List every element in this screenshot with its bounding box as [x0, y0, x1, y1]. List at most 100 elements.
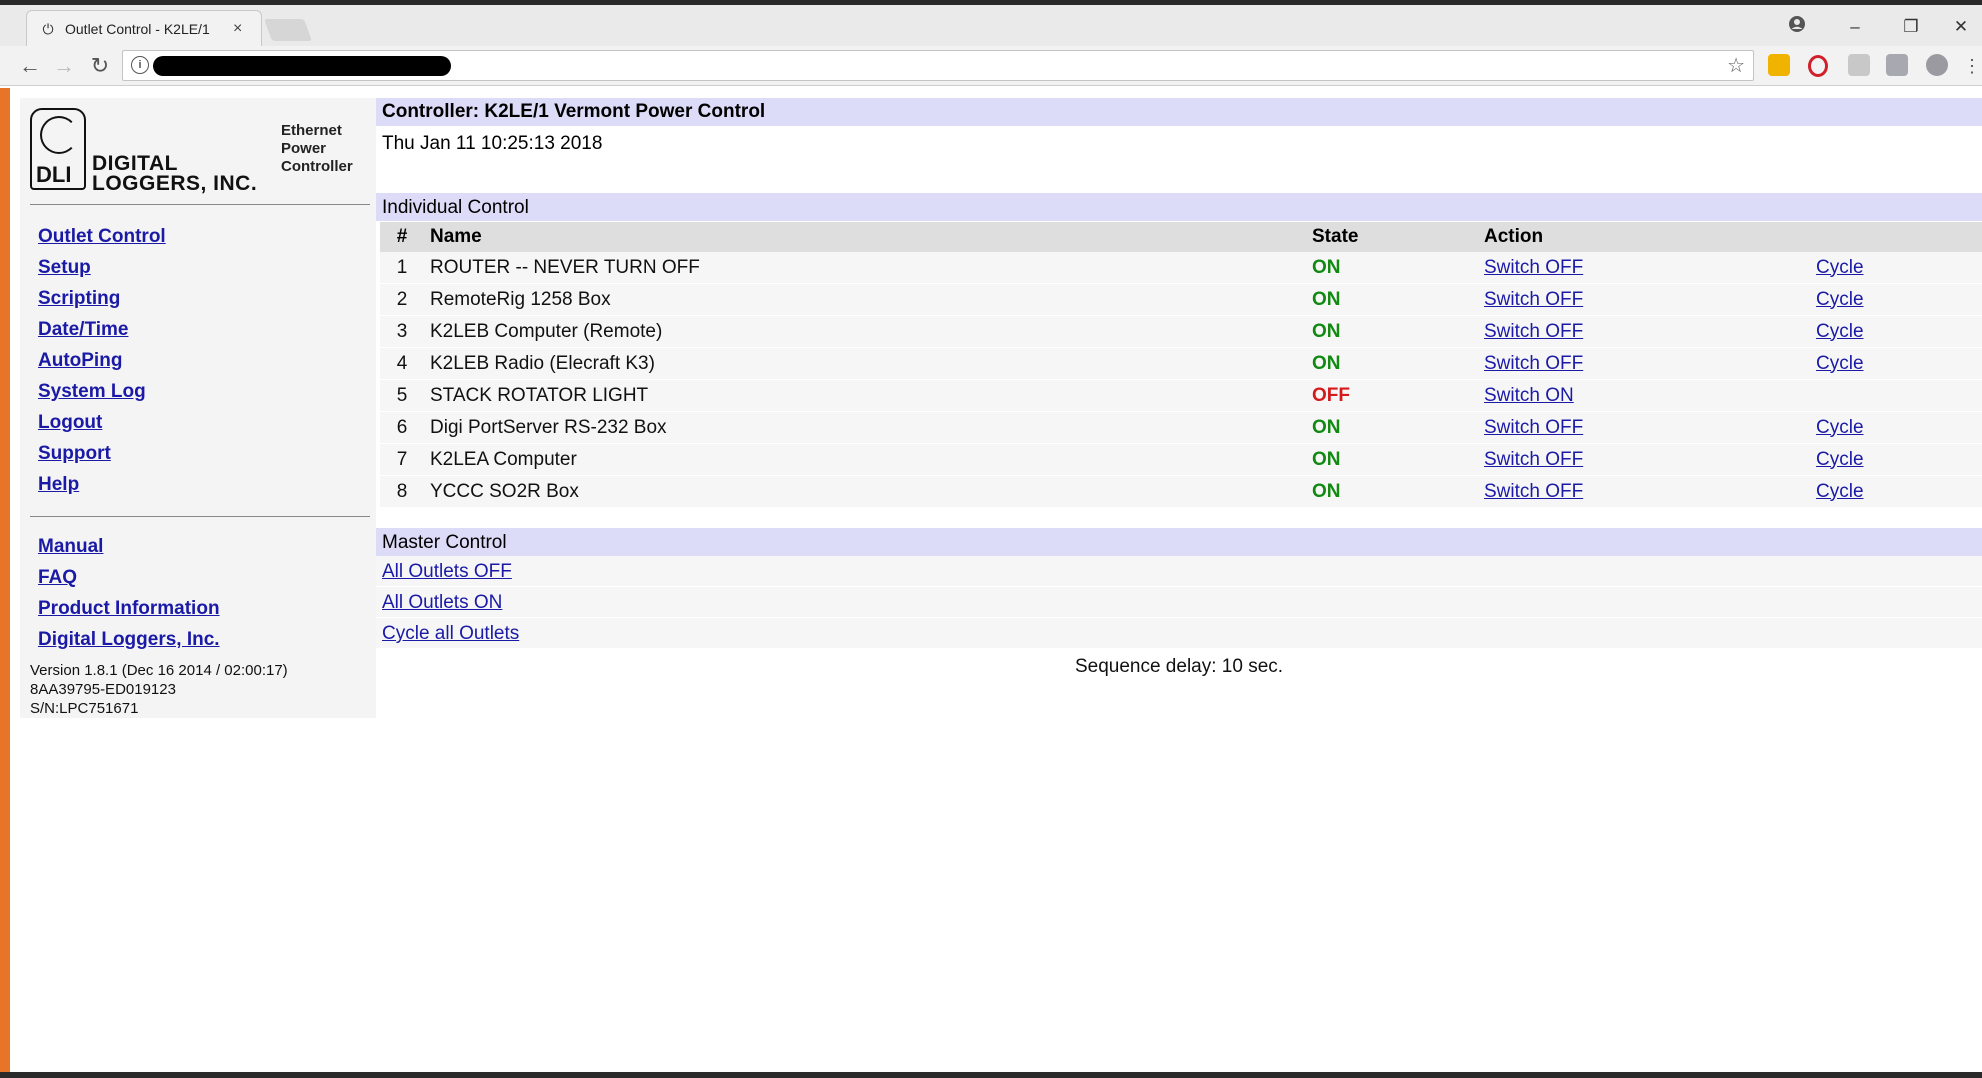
- outlet-action-cell: Switch OFF: [1478, 315, 1810, 348]
- outlet-name: STACK ROTATOR LIGHT: [424, 379, 1306, 412]
- nav-setup[interactable]: Setup: [38, 257, 91, 279]
- col-header-name: Name: [424, 222, 1306, 252]
- company-logo: DLI DIGITAL LOGGERS, INC. Ethernet Power…: [30, 108, 370, 195]
- cycle-link[interactable]: Cycle: [1816, 417, 1864, 438]
- menu-dots-icon[interactable]: ⋮: [1958, 52, 1982, 80]
- cycle-link[interactable]: Cycle: [1816, 481, 1864, 502]
- logo-arc: [40, 116, 78, 154]
- outlet-number: 3: [380, 315, 424, 348]
- tab-title: Outlet Control - K2LE/1: [65, 20, 210, 37]
- section-title: Individual Control: [382, 197, 529, 218]
- back-button[interactable]: ←: [16, 52, 44, 80]
- outlet-number: 4: [380, 347, 424, 380]
- address-bar[interactable]: i ☆: [122, 50, 1754, 81]
- nav-autoping[interactable]: AutoPing: [38, 350, 122, 372]
- shield-extension-icon[interactable]: [1926, 54, 1948, 76]
- minimize-button[interactable]: –: [1840, 15, 1870, 39]
- outlet-name: YCCC SO2R Box: [424, 475, 1306, 508]
- outlet-action-cell: Switch OFF: [1478, 475, 1810, 508]
- close-window-button[interactable]: ✕: [1946, 15, 1976, 39]
- code-extension-icon[interactable]: [1886, 54, 1908, 76]
- maximize-button[interactable]: ❐: [1896, 15, 1926, 39]
- nav-digital-loggers[interactable]: Digital Loggers, Inc.: [38, 629, 220, 651]
- nav-faq[interactable]: FAQ: [38, 567, 77, 589]
- account-icon[interactable]: [1782, 15, 1812, 39]
- info-icon[interactable]: i: [131, 56, 149, 74]
- outlet-cycle-cell: Cycle: [1810, 347, 1982, 380]
- extension-icon[interactable]: [1768, 54, 1790, 76]
- hardware-id: 8AA39795-ED019123: [30, 681, 176, 698]
- outlet-action-cell: Switch OFF: [1478, 443, 1810, 476]
- browser-toolbar: ← → ↻ i ☆ ⋮: [0, 46, 1982, 86]
- outlet-name: Digi PortServer RS-232 Box: [424, 411, 1306, 444]
- list-item: All Outlets OFF: [376, 556, 1982, 587]
- pdf-icon[interactable]: [1848, 54, 1870, 76]
- outlet-state: ON: [1306, 475, 1478, 508]
- sidebar-divider: [30, 204, 370, 205]
- switch-link[interactable]: Switch OFF: [1484, 449, 1583, 470]
- col-header-num: #: [380, 222, 424, 252]
- reload-button[interactable]: ↻: [86, 52, 114, 80]
- page-content: DLI DIGITAL LOGGERS, INC. Ethernet Power…: [10, 88, 1982, 1072]
- outlet-action-cell: Switch OFF: [1478, 411, 1810, 444]
- nav-support[interactable]: Support: [38, 443, 111, 465]
- outlet-cycle-cell: Cycle: [1810, 283, 1982, 316]
- switch-link[interactable]: Switch ON: [1484, 385, 1574, 406]
- nav-date-time[interactable]: Date/Time: [38, 319, 128, 341]
- page-title: Controller: K2LE/1 Vermont Power Control: [382, 101, 766, 122]
- switch-link[interactable]: Switch OFF: [1484, 417, 1583, 438]
- table-row: 3 K2LEB Computer (Remote) ON Switch OFF Cycl…: [380, 315, 1982, 348]
- switch-link[interactable]: Switch OFF: [1484, 481, 1583, 502]
- cycle-all-outlets-link[interactable]: Cycle all Outlets: [382, 623, 519, 645]
- nav-scripting[interactable]: Scripting: [38, 288, 120, 310]
- outlet-cycle-cell: Cycle: [1810, 315, 1982, 348]
- table-row: 4 K2LEB Radio (Elecraft K3) ON Switch OFF Cy…: [380, 347, 1982, 380]
- switch-link[interactable]: Switch OFF: [1484, 321, 1583, 342]
- outlet-state: ON: [1306, 347, 1478, 380]
- outlet-state: ON: [1306, 252, 1478, 284]
- nav-system-log[interactable]: System Log: [38, 381, 146, 403]
- switch-link[interactable]: Switch OFF: [1484, 257, 1583, 278]
- outlet-number: 7: [380, 443, 424, 476]
- col-header-cycle: [1810, 222, 1982, 252]
- all-outlets-on-link[interactable]: All Outlets ON: [382, 592, 502, 614]
- logo-tagline: Ethernet Power Controller: [281, 122, 353, 175]
- outlet-action-cell: Switch OFF: [1478, 252, 1810, 284]
- opera-icon[interactable]: [1808, 55, 1828, 77]
- all-outlets-off-link[interactable]: All Outlets OFF: [382, 561, 512, 583]
- new-tab-button[interactable]: [263, 19, 313, 41]
- logo-company-line2: LOGGERS, INC.: [92, 172, 258, 195]
- switch-link[interactable]: Switch OFF: [1484, 289, 1583, 310]
- cycle-link[interactable]: Cycle: [1816, 449, 1864, 470]
- outlet-name: K2LEA Computer: [424, 443, 1306, 476]
- nav-product-information[interactable]: Product Information: [38, 598, 220, 620]
- forward-button[interactable]: →: [50, 52, 78, 80]
- outlet-name: K2LEB Computer (Remote): [424, 315, 1306, 348]
- outlet-cycle-cell: Cycle: [1810, 475, 1982, 508]
- sequence-delay: Sequence delay: 10 sec.: [1074, 656, 1284, 677]
- outlet-action-cell: Switch OFF: [1478, 347, 1810, 380]
- table-header-row: # Name State Action: [380, 222, 1982, 252]
- nav-outlet-control[interactable]: Outlet Control: [38, 226, 166, 248]
- tab-outlet-control[interactable]: ⏻ Outlet Control - K2LE/1 ×: [26, 10, 262, 46]
- outlet-cycle-cell: Cycle: [1810, 443, 1982, 476]
- outlet-state: ON: [1306, 443, 1478, 476]
- close-tab-icon[interactable]: ×: [233, 20, 242, 38]
- sidebar: DLI DIGITAL LOGGERS, INC. Ethernet Power…: [20, 98, 376, 718]
- nav-help[interactable]: Help: [38, 474, 79, 496]
- cycle-link[interactable]: Cycle: [1816, 321, 1864, 342]
- bookmark-star-icon[interactable]: ☆: [1727, 53, 1745, 78]
- cycle-link[interactable]: Cycle: [1816, 289, 1864, 310]
- controller-header: Controller: K2LE/1 Vermont Power Control: [376, 98, 1982, 126]
- nav-manual[interactable]: Manual: [38, 536, 103, 558]
- cycle-link[interactable]: Cycle: [1816, 353, 1864, 374]
- power-icon: ⏻: [42, 20, 54, 37]
- cycle-link[interactable]: Cycle: [1816, 257, 1864, 278]
- outlet-state: ON: [1306, 283, 1478, 316]
- outlet-action-cell: Switch OFF: [1478, 283, 1810, 316]
- nav-logout[interactable]: Logout: [38, 412, 102, 434]
- individual-control-header: Individual Control: [376, 193, 1982, 221]
- tab-strip: ⏻ Outlet Control - K2LE/1 × – ❐ ✕: [0, 0, 1982, 46]
- switch-link[interactable]: Switch OFF: [1484, 353, 1583, 374]
- redacted-url: [153, 56, 451, 76]
